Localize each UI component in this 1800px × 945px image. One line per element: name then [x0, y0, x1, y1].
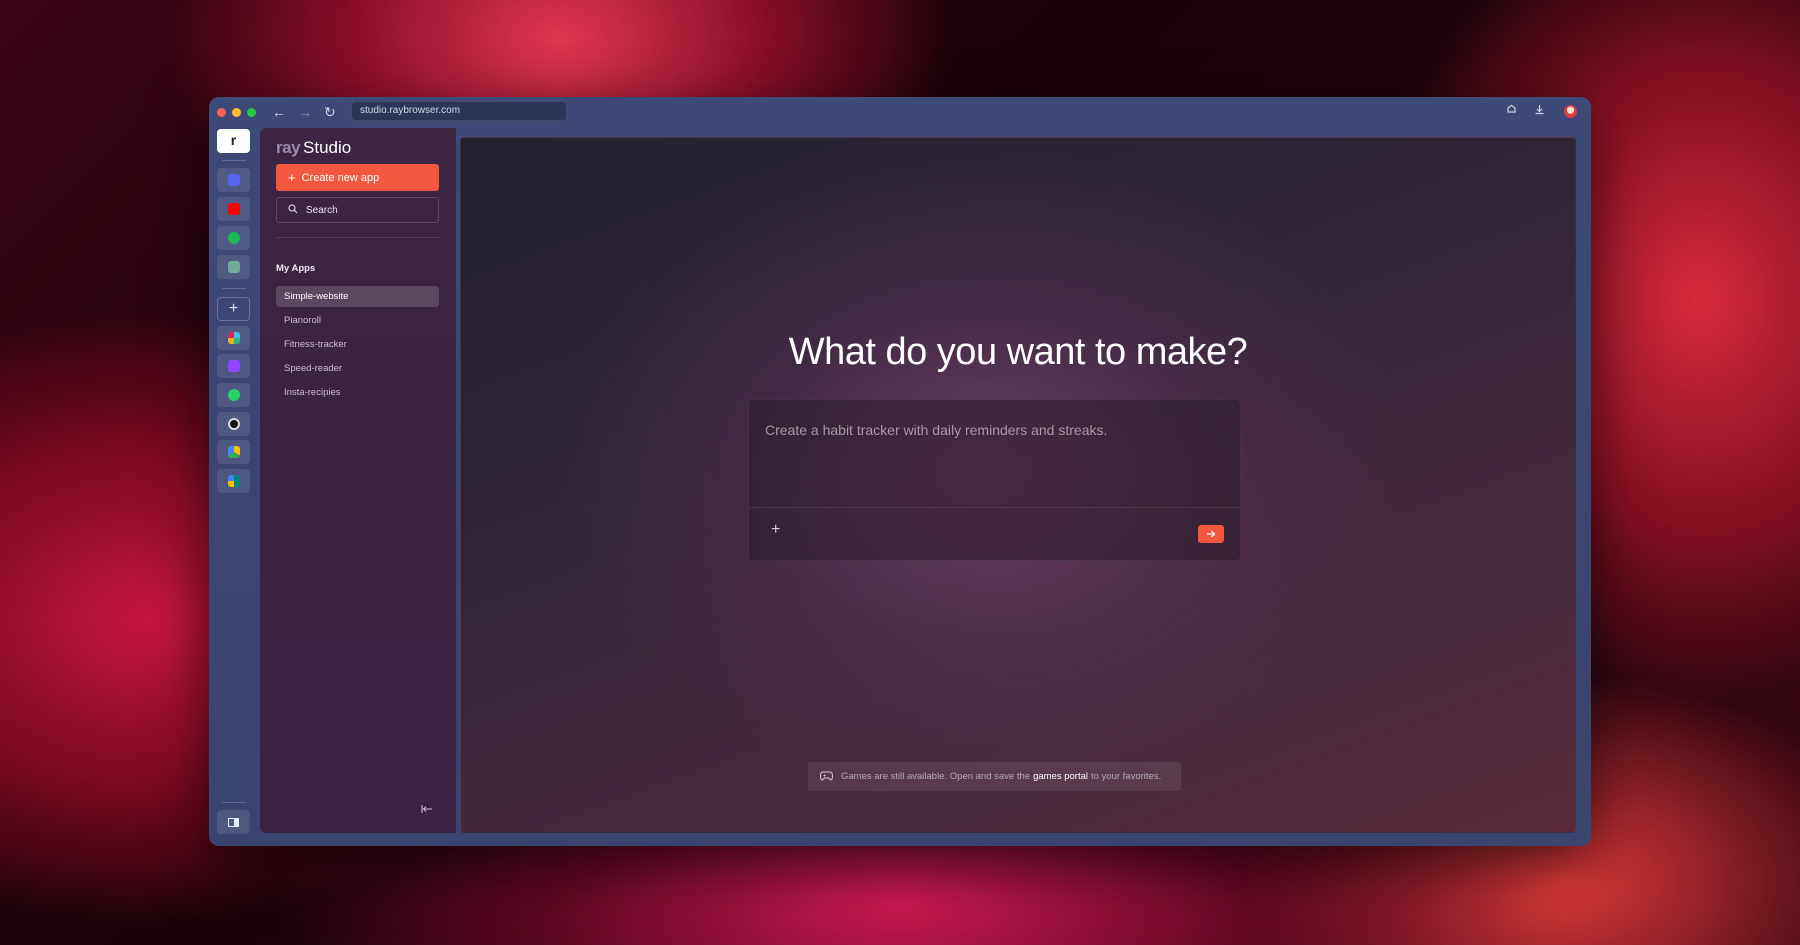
- discord-icon: [227, 174, 240, 186]
- app-item-simple-website[interactable]: Simple-website: [276, 286, 439, 307]
- my-apps-heading: My Apps: [276, 263, 316, 274]
- send-button[interactable]: [1198, 525, 1224, 543]
- games-portal-link[interactable]: games portal: [1033, 771, 1088, 782]
- page-title: What do you want to make?: [788, 331, 1248, 373]
- address-bar[interactable]: studio.raybrowser.com: [351, 101, 567, 121]
- toggle-sidebar-button[interactable]: [217, 810, 250, 834]
- title-bar: ← → ↻ studio.raybrowser.com: [209, 97, 1591, 127]
- games-notice: Games are still available. Open and save…: [808, 762, 1181, 791]
- youtube-icon: [227, 203, 240, 215]
- app-item-insta-recipies[interactable]: Insta-recipies: [276, 382, 439, 403]
- browser-window: ← → ↻ studio.raybrowser.com r + ray Stud…: [209, 97, 1591, 846]
- rail-divider: [222, 802, 246, 803]
- games-notice-text-after: to your favorites.: [1090, 771, 1162, 782]
- arrow-right-icon: [1207, 530, 1216, 538]
- profile-avatar[interactable]: [1564, 105, 1577, 118]
- create-new-app-button[interactable]: + Create new app: [276, 164, 439, 191]
- rail-app-slack[interactable]: [217, 326, 250, 350]
- create-new-app-label: Create new app: [301, 171, 380, 184]
- games-notice-text-before: Games are still available. Open and save…: [841, 771, 1031, 782]
- search-input[interactable]: Search: [276, 197, 439, 223]
- spotify-icon: [227, 232, 240, 244]
- rail-divider: [222, 288, 246, 289]
- app-rail: r +: [209, 127, 259, 846]
- sidebar-divider: [276, 237, 439, 238]
- whatsapp-icon: [227, 389, 240, 401]
- ray-logo-icon[interactable]: r: [217, 129, 250, 153]
- studio-sidebar: ray Studio + Create new app Search My App…: [260, 128, 456, 833]
- close-window-button[interactable]: [217, 108, 226, 117]
- prompt-box: Create a habit tracker with daily remind…: [748, 399, 1241, 561]
- search-label: Search: [306, 204, 338, 216]
- google-drive-icon: [227, 446, 240, 458]
- slack-icon: [227, 332, 240, 344]
- attach-plus-icon[interactable]: +: [771, 521, 780, 539]
- rail-app-github[interactable]: [217, 412, 250, 436]
- rail-app-google-meet[interactable]: [217, 469, 250, 493]
- search-icon: [288, 203, 298, 217]
- collapse-sidebar-icon[interactable]: [421, 804, 433, 817]
- rail-app-youtube[interactable]: [217, 197, 250, 221]
- rail-app-whatsapp[interactable]: [217, 383, 250, 407]
- chatgpt-icon: [227, 261, 240, 273]
- rail-divider: [222, 160, 246, 161]
- brand-prefix: ray: [276, 138, 301, 157]
- sidebar-panel-icon: [228, 817, 239, 827]
- prompt-input[interactable]: Create a habit tracker with daily remind…: [765, 422, 1107, 438]
- add-app-button[interactable]: +: [217, 297, 250, 321]
- github-icon: [227, 418, 240, 430]
- maximize-window-button[interactable]: [247, 108, 256, 117]
- main-content: What do you want to make? Create a habit…: [460, 137, 1576, 833]
- brand-logo: ray Studio: [276, 138, 351, 158]
- rail-app-discord[interactable]: [217, 168, 250, 192]
- twitch-icon: [227, 360, 240, 372]
- rail-app-spotify[interactable]: [217, 226, 250, 250]
- app-item-pianoroll[interactable]: Pianoroll: [276, 310, 439, 331]
- gamepad-icon: [819, 770, 834, 784]
- rail-app-google-drive[interactable]: [217, 440, 250, 464]
- forward-icon[interactable]: →: [298, 103, 312, 121]
- minimize-window-button[interactable]: [232, 108, 241, 117]
- app-item-speed-reader[interactable]: Speed-reader: [276, 358, 439, 379]
- rail-app-chatgpt[interactable]: [217, 255, 250, 279]
- reload-icon[interactable]: ↻: [324, 103, 336, 121]
- google-meet-icon: [227, 475, 240, 487]
- plus-icon: +: [288, 170, 296, 185]
- rail-app-twitch[interactable]: [217, 354, 250, 378]
- brand-name: Studio: [303, 138, 352, 157]
- back-icon[interactable]: ←: [272, 103, 286, 121]
- app-item-fitness-tracker[interactable]: Fitness-tracker: [276, 334, 439, 355]
- extensions-icon[interactable]: [1506, 104, 1517, 118]
- prompt-divider: [749, 507, 1240, 508]
- download-icon[interactable]: [1534, 104, 1545, 118]
